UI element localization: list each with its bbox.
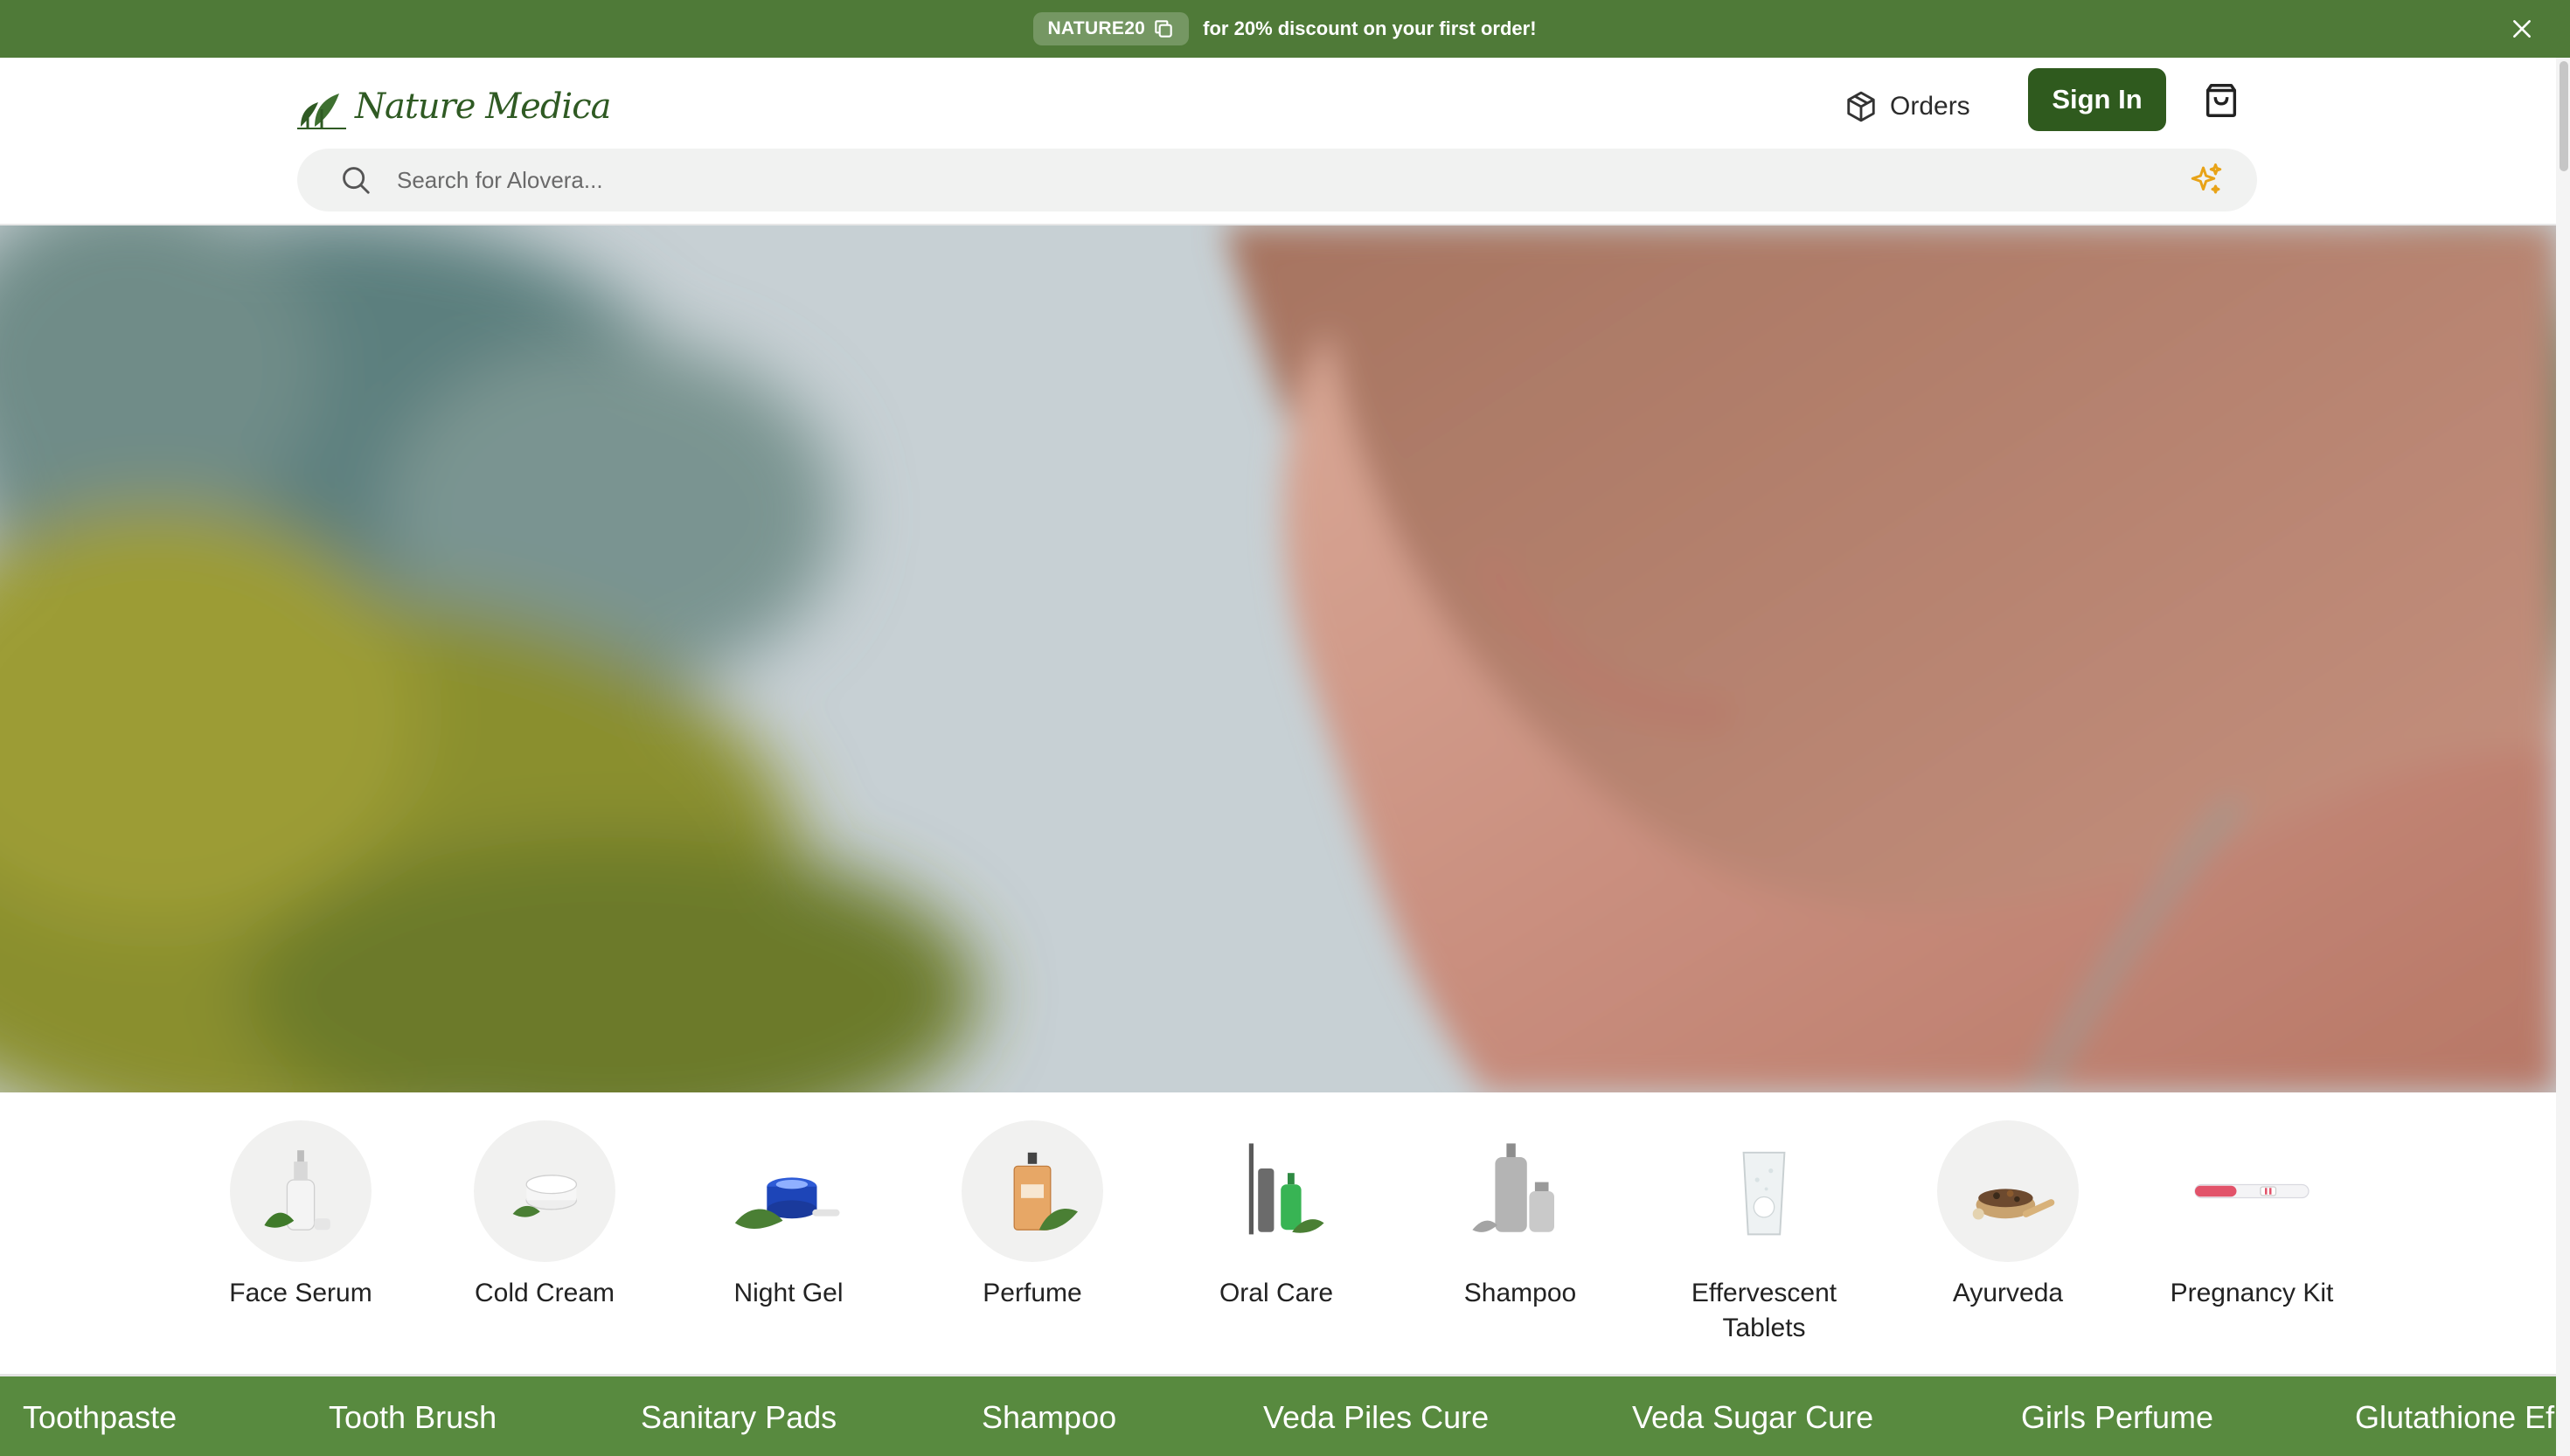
orders-link[interactable]: Orders bbox=[1844, 80, 1970, 133]
category-thumb bbox=[1205, 1120, 1347, 1262]
ticker-item[interactable]: Tooth Brush bbox=[329, 1399, 497, 1436]
ticker-item[interactable]: Sanitary Pads bbox=[641, 1399, 837, 1436]
category-ticker: Toothpaste Tooth Brush Sanitary Pads Sha… bbox=[0, 1374, 2556, 1456]
category-label: Cold Cream bbox=[474, 1279, 615, 1307]
category-thumb bbox=[1693, 1120, 1835, 1262]
site-header: Nature Medica Orders Sign In bbox=[0, 58, 2556, 225]
category-label: Shampoo bbox=[1463, 1279, 1577, 1307]
category-night-gel[interactable]: Night Gel bbox=[679, 1120, 898, 1311]
category-pregnancy-kit[interactable]: Pregnancy Kit bbox=[2143, 1120, 2361, 1311]
ticker-item[interactable]: Girls Perfume bbox=[2021, 1399, 2213, 1436]
page: NATURE20 for 20% discount on your first … bbox=[0, 0, 2570, 1456]
category-thumb bbox=[962, 1120, 1103, 1262]
hero-banner[interactable] bbox=[0, 225, 2556, 1092]
category-label: Perfume bbox=[983, 1279, 1082, 1307]
search-input[interactable] bbox=[395, 165, 2187, 195]
ticker-item[interactable]: Shampoo bbox=[982, 1399, 1116, 1436]
category-label: Face Serum bbox=[229, 1279, 372, 1307]
category-effervescent-tablets[interactable]: Effervescent Tablets bbox=[1655, 1120, 1873, 1346]
category-shampoo[interactable]: Shampoo bbox=[1411, 1120, 1629, 1311]
cart-button[interactable] bbox=[2198, 77, 2245, 124]
ticker-item[interactable]: Glutathione Ef bbox=[2355, 1399, 2554, 1436]
category-label: Pregnancy Kit bbox=[2170, 1279, 2334, 1307]
category-thumb bbox=[230, 1120, 372, 1262]
category-cold-cream[interactable]: Cold Cream bbox=[435, 1120, 654, 1311]
search-bar[interactable] bbox=[297, 149, 2257, 211]
promo-bar: NATURE20 for 20% discount on your first … bbox=[0, 0, 2570, 58]
orders-label: Orders bbox=[1890, 92, 1970, 121]
category-oral-care[interactable]: Oral Care bbox=[1167, 1120, 1386, 1311]
category-thumb bbox=[2181, 1120, 2323, 1262]
category-label: Oral Care bbox=[1219, 1279, 1334, 1307]
brand-logo[interactable]: Nature Medica bbox=[295, 75, 611, 138]
category-label: Effervescent Tablets bbox=[1691, 1279, 1837, 1342]
sparkle-icon[interactable] bbox=[2187, 161, 2226, 199]
ticker-item[interactable]: Toothpaste bbox=[23, 1399, 177, 1436]
hero-image bbox=[0, 225, 2556, 1092]
copy-icon[interactable] bbox=[1152, 17, 1175, 40]
category-label: Night Gel bbox=[733, 1279, 844, 1307]
sign-in-button[interactable]: Sign In bbox=[2028, 68, 2166, 131]
shopping-bag-icon bbox=[2205, 84, 2237, 117]
scrollbar-thumb[interactable] bbox=[2560, 61, 2568, 171]
category-row: Face Serum Cold Cream Night Gel Perfume … bbox=[0, 1092, 2556, 1374]
category-thumb bbox=[474, 1120, 615, 1262]
logo-text: Nature Medica bbox=[355, 87, 611, 127]
search-icon bbox=[339, 163, 374, 198]
coupon-code: NATURE20 bbox=[1047, 18, 1146, 38]
category-thumb bbox=[1937, 1120, 2079, 1262]
close-icon[interactable] bbox=[2505, 12, 2539, 45]
category-perfume[interactable]: Perfume bbox=[923, 1120, 1142, 1311]
promo-text: for 20% discount on your first order! bbox=[1203, 17, 1537, 39]
ticker-item[interactable]: Veda Piles Cure bbox=[1263, 1399, 1489, 1436]
coupon-code-pill[interactable]: NATURE20 bbox=[1033, 12, 1190, 45]
category-label: Ayurveda bbox=[1952, 1279, 2064, 1307]
ticker-item[interactable]: Veda Sugar Cure bbox=[1632, 1399, 1873, 1436]
leaf-logo-icon bbox=[297, 94, 346, 129]
category-ayurveda[interactable]: Ayurveda bbox=[1899, 1120, 2117, 1311]
package-icon bbox=[1847, 91, 1875, 122]
scrollbar-track[interactable] bbox=[2556, 58, 2570, 1456]
category-thumb bbox=[1449, 1120, 1591, 1262]
category-face-serum[interactable]: Face Serum bbox=[191, 1120, 410, 1311]
category-thumb bbox=[718, 1120, 859, 1262]
